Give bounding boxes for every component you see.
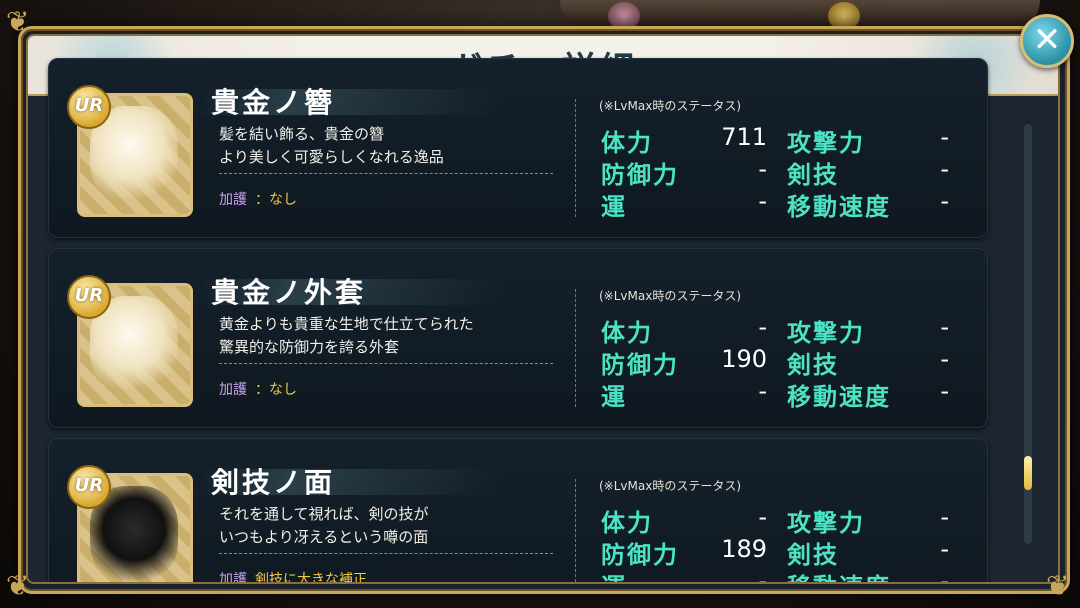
- stat-value: -: [758, 567, 767, 584]
- stat-value: -: [940, 377, 949, 405]
- stat-label: 体力: [601, 508, 653, 537]
- stat-label: 防御力: [601, 540, 679, 569]
- stat-label: 剣技: [787, 540, 839, 569]
- item-description: 髪を結い飾る、貴金の簪 より美しく可愛らしくなれる逸品: [219, 123, 553, 174]
- stat-value: 189: [721, 535, 767, 563]
- stat-value: -: [940, 345, 949, 373]
- stat-value: -: [758, 187, 767, 215]
- blessing-row: 加護 ：なし: [219, 189, 297, 209]
- blessing-label: 加護: [219, 382, 247, 398]
- item-name: 貴金ノ簪: [211, 86, 336, 119]
- stat-value: -: [940, 155, 949, 183]
- item-name: 剣技ノ面: [211, 466, 336, 499]
- ornament-icon: ❦: [6, 5, 30, 38]
- stat-value: -: [940, 123, 949, 151]
- divider: [575, 479, 576, 582]
- stat-label: 防御力: [601, 160, 679, 189]
- item-card[interactable]: UR 貴金ノ外套 黄金よりも貴重な生地で仕立てられた 驚異的な防御力を誇る外套 …: [48, 248, 988, 428]
- divider: [575, 99, 576, 217]
- stat-label: 体力: [601, 318, 653, 347]
- blessing-row: 加護 剣技に大きな補正: [219, 569, 367, 584]
- scrollbar-thumb[interactable]: [1024, 456, 1032, 490]
- rarity-badge-icon: UR: [67, 85, 111, 129]
- blessing-value: ：なし: [255, 382, 297, 398]
- stat-label: 剣技: [787, 350, 839, 379]
- rarity-badge-icon: UR: [67, 275, 111, 319]
- stat-label: 移動速度: [787, 382, 891, 411]
- stat-label: 運: [601, 567, 627, 582]
- stat-label: 攻撃力: [787, 508, 865, 537]
- item-description: それを通して視れば、剣の技が いつもより冴えるという噂の面: [219, 503, 553, 554]
- stat-value: -: [758, 155, 767, 183]
- stat-value: -: [758, 503, 767, 531]
- stat-value: -: [940, 567, 949, 584]
- stat-value: -: [940, 503, 949, 531]
- blessing-row: 加護 ：なし: [219, 379, 297, 399]
- stat-value: -: [758, 377, 767, 405]
- stat-label: 剣技: [787, 160, 839, 189]
- stat-label: 移動速度: [787, 192, 891, 221]
- stat-label: 移動速度: [787, 567, 891, 582]
- item-card[interactable]: UR 貴金ノ簪 髪を結い飾る、貴金の簪 より美しく可愛らしくなれる逸品 加護 ：な…: [48, 58, 988, 238]
- close-button[interactable]: ✕: [1020, 14, 1074, 68]
- stat-value: -: [940, 187, 949, 215]
- blessing-value: ：なし: [255, 192, 297, 208]
- stat-label: 体力: [601, 128, 653, 157]
- ornament-icon: ❦: [6, 569, 30, 602]
- stat-value: 711: [721, 123, 767, 151]
- stat-label: 防御力: [601, 350, 679, 379]
- item-name: 貴金ノ外套: [211, 276, 367, 309]
- divider: [575, 289, 576, 407]
- scrollbar-track[interactable]: [1024, 124, 1032, 544]
- blessing-label: 加護: [219, 192, 247, 208]
- blessing-value: 剣技に大きな補正: [255, 572, 367, 584]
- stat-value: -: [758, 313, 767, 341]
- gacha-detail-dialog: ガチャ詳細 UR 貴金ノ簪 髪を結い飾る、貴金の簪 より美しく可愛らしくなれる逸…: [26, 34, 1060, 584]
- lvmax-note: (※LvMax時のステータス): [599, 99, 742, 113]
- blessing-label: 加護: [219, 572, 247, 584]
- rarity-badge-icon: UR: [67, 465, 111, 509]
- stat-label: 攻撃力: [787, 128, 865, 157]
- item-description: 黄金よりも貴重な生地で仕立てられた 驚異的な防御力を誇る外套: [219, 313, 553, 364]
- stat-label: 運: [601, 382, 627, 411]
- stat-value: 190: [721, 345, 767, 373]
- stat-value: -: [940, 313, 949, 341]
- stat-label: 運: [601, 192, 627, 221]
- stat-value: -: [940, 535, 949, 563]
- lvmax-note: (※LvMax時のステータス): [599, 479, 742, 493]
- item-card[interactable]: UR 剣技ノ面 それを通して視れば、剣の技が いつもより冴えるという噂の面 加護…: [48, 438, 988, 584]
- ornament-icon: ❦: [1046, 569, 1070, 602]
- lvmax-note: (※LvMax時のステータス): [599, 289, 742, 303]
- stat-label: 攻撃力: [787, 318, 865, 347]
